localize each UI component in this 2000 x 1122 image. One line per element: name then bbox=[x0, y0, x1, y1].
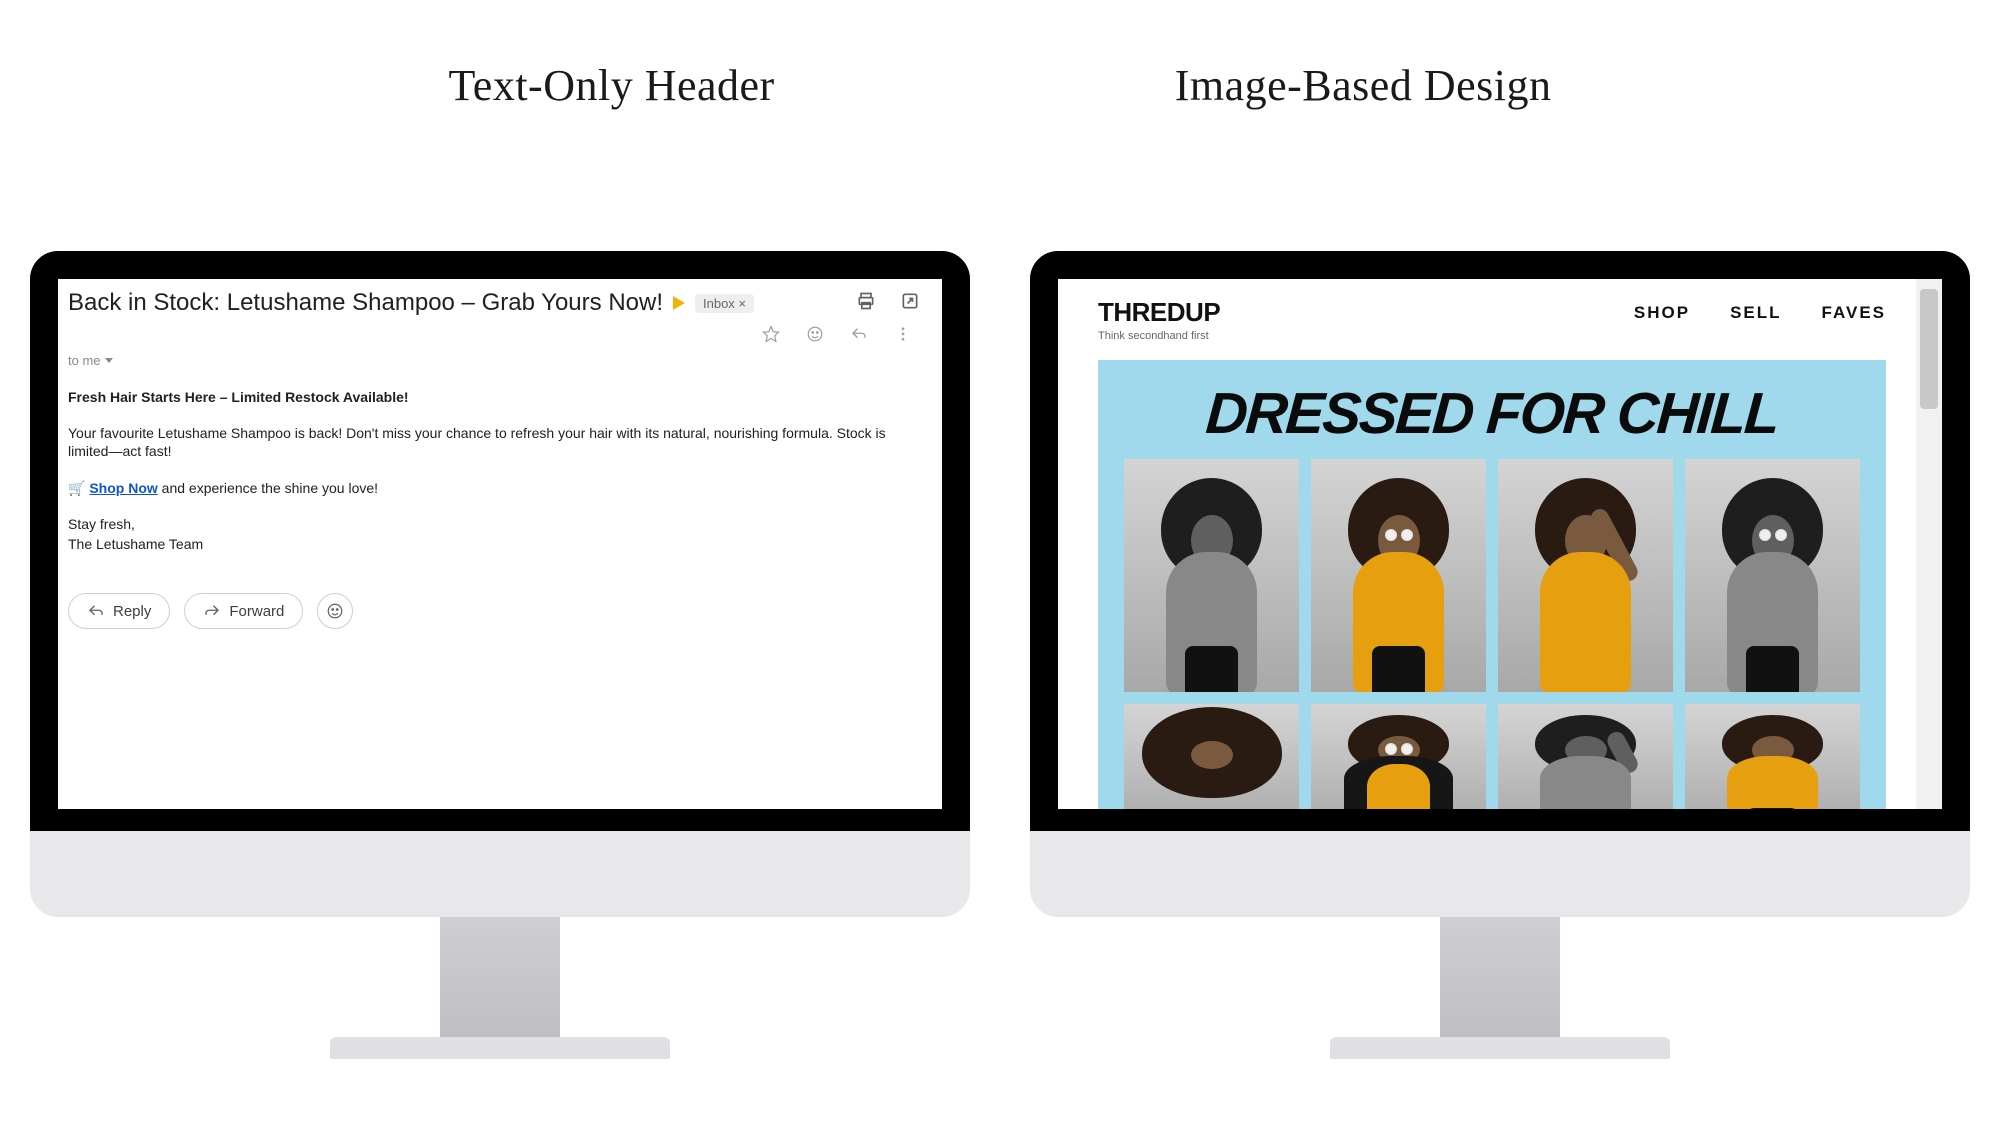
forward-button[interactable]: Forward bbox=[184, 593, 303, 629]
thredup-logo[interactable]: THREDUP bbox=[1098, 297, 1634, 328]
hero-headline: DRESSED FOR CHILL bbox=[1122, 386, 1862, 441]
shop-now-link[interactable]: Shop Now bbox=[89, 480, 157, 496]
print-icon[interactable] bbox=[856, 291, 876, 315]
nav-faves[interactable]: FAVES bbox=[1822, 303, 1886, 323]
monitor-right: THREDUP Think secondhand first SHOP SELL… bbox=[1030, 251, 1970, 1059]
reply-button[interactable]: Reply bbox=[68, 593, 170, 629]
emoji-reaction-icon[interactable] bbox=[806, 325, 824, 347]
heading-left: Text-Only Header bbox=[448, 60, 774, 111]
cart-emoji-icon: 🛒 bbox=[68, 480, 85, 496]
hero-tile-1[interactable] bbox=[1124, 459, 1299, 692]
reply-button-label: Reply bbox=[113, 603, 151, 620]
email-body-para1: Your favourite Letushame Shampoo is back… bbox=[68, 424, 920, 460]
monitor-chin bbox=[1030, 831, 1970, 917]
hero-tile-7[interactable] bbox=[1498, 704, 1673, 809]
hero-tile-5[interactable] bbox=[1124, 704, 1299, 809]
scrollbar[interactable] bbox=[1916, 279, 1942, 809]
nav-sell[interactable]: SELL bbox=[1730, 303, 1781, 323]
hero-tile-2[interactable] bbox=[1311, 459, 1486, 692]
monitor-stand-neck bbox=[440, 917, 560, 1037]
emoji-button[interactable] bbox=[317, 593, 353, 629]
email-headline: Fresh Hair Starts Here – Limited Restock… bbox=[68, 389, 409, 405]
monitor-stand-neck bbox=[1440, 917, 1560, 1037]
monitor-left: Back in Stock: Letushame Shampoo – Grab … bbox=[30, 251, 970, 1059]
hero-tile-3[interactable] bbox=[1498, 459, 1673, 692]
hero-tile-8[interactable] bbox=[1685, 704, 1860, 809]
scrollbar-thumb[interactable] bbox=[1920, 289, 1938, 409]
to-line: to me bbox=[68, 353, 101, 368]
inbox-tag[interactable]: Inbox × bbox=[695, 294, 754, 313]
thredup-tagline: Think secondhand first bbox=[1098, 330, 1634, 342]
email-subject: Back in Stock: Letushame Shampoo – Grab … bbox=[68, 289, 663, 317]
signoff-line2: The Letushame Team bbox=[68, 535, 920, 553]
forward-button-label: Forward bbox=[229, 603, 284, 620]
hero-banner: DRESSED FOR CHILL bbox=[1098, 360, 1886, 809]
open-new-window-icon[interactable] bbox=[900, 291, 920, 315]
email-cta-line: 🛒 Shop Now and experience the shine you … bbox=[68, 479, 920, 497]
hero-tile-6[interactable] bbox=[1311, 704, 1486, 809]
email-body-tail: and experience the shine you love! bbox=[158, 480, 378, 496]
more-icon[interactable] bbox=[894, 325, 912, 347]
hero-tile-4[interactable] bbox=[1685, 459, 1860, 692]
signoff-line1: Stay fresh, bbox=[68, 515, 920, 533]
chevron-down-icon[interactable] bbox=[105, 358, 113, 363]
heading-right: Image-Based Design bbox=[1175, 60, 1552, 111]
importance-marker-icon[interactable] bbox=[673, 296, 685, 310]
star-icon[interactable] bbox=[762, 325, 780, 347]
monitor-chin bbox=[30, 831, 970, 917]
monitor-stand-base bbox=[1330, 1037, 1670, 1059]
nav-shop[interactable]: SHOP bbox=[1634, 303, 1690, 323]
reply-icon[interactable] bbox=[850, 325, 868, 347]
monitor-stand-base bbox=[330, 1037, 670, 1059]
